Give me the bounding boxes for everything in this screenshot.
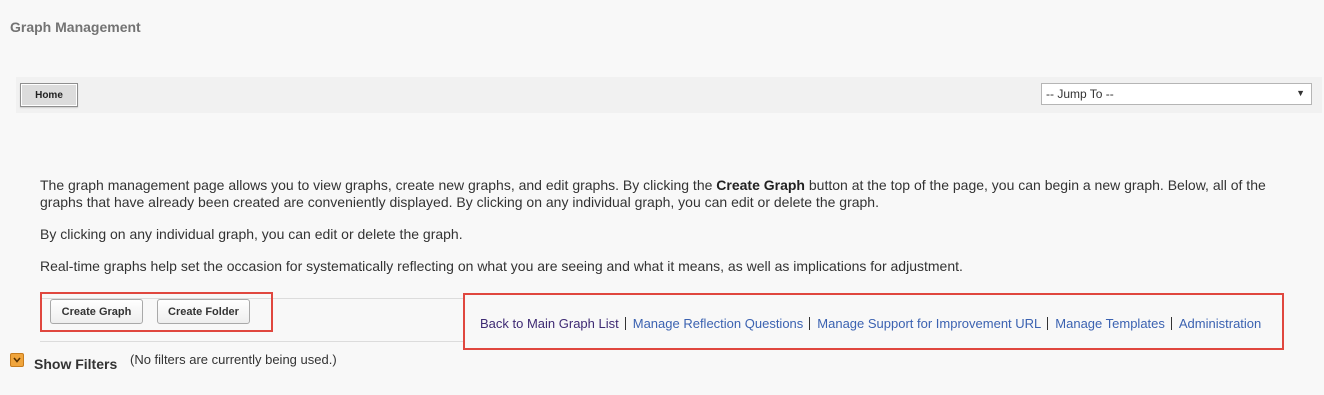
description-paragraph-3: Real-time graphs help set the occasion f… bbox=[40, 258, 963, 274]
nav-bar: Home -- Jump To -- ▼ bbox=[16, 77, 1322, 113]
create-graph-button[interactable]: Create Graph bbox=[50, 299, 143, 324]
expand-filters-icon[interactable] bbox=[10, 353, 24, 367]
show-filters-toggle[interactable]: Show Filters bbox=[34, 356, 117, 372]
back-to-main-graph-list-link[interactable]: Back to Main Graph List bbox=[480, 316, 619, 331]
jump-to-selected-value: -- Jump To -- bbox=[1046, 87, 1114, 101]
filter-status-text: (No filters are currently being used.) bbox=[130, 352, 337, 367]
jump-to-select[interactable]: -- Jump To -- ▼ bbox=[1041, 83, 1312, 105]
create-folder-button[interactable]: Create Folder bbox=[157, 299, 250, 324]
description-paragraph-2: By clicking on any individual graph, you… bbox=[40, 226, 463, 242]
home-button[interactable]: Home bbox=[20, 83, 78, 107]
description-paragraph-1: The graph management page allows you to … bbox=[40, 177, 1290, 211]
manage-support-for-improvement-url-link[interactable]: Manage Support for Improvement URL bbox=[817, 316, 1041, 331]
administration-link[interactable]: Administration bbox=[1179, 316, 1261, 331]
description-bold-text: Create Graph bbox=[716, 177, 805, 193]
divider bbox=[40, 341, 470, 342]
management-links: Back to Main Graph List Manage Reflectio… bbox=[480, 316, 1261, 331]
manage-reflection-questions-link[interactable]: Manage Reflection Questions bbox=[633, 316, 804, 331]
page-title: Graph Management bbox=[10, 19, 141, 35]
link-separator bbox=[809, 317, 811, 330]
link-separator bbox=[1170, 317, 1172, 330]
dropdown-arrow-icon: ▼ bbox=[1296, 88, 1305, 98]
manage-templates-link[interactable]: Manage Templates bbox=[1055, 316, 1165, 331]
link-separator bbox=[624, 317, 626, 330]
description-text: The graph management page allows you to … bbox=[40, 177, 717, 193]
link-separator bbox=[1047, 317, 1049, 330]
